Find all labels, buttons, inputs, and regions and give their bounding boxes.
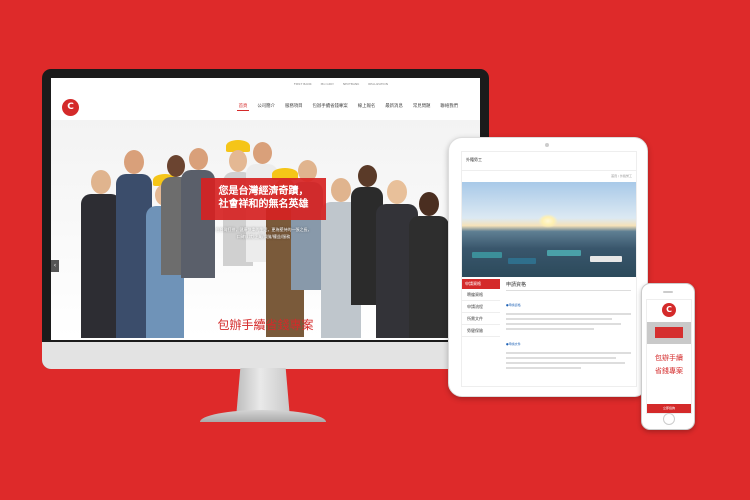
- tablet-site-screen: 外籍勞工 首頁 / 外籍勞工 申請資格 聘僱資格 申請流程 所需文件 勞健保險 …: [461, 151, 637, 387]
- camera-icon: [545, 143, 549, 147]
- phone-hero-banner: [655, 327, 683, 338]
- desktop-main-nav: 首頁 公司簡介 服務項目 包辦手續省錢專案 線上報名 最新消息 常見問題 聯絡我…: [236, 102, 460, 111]
- phone-title-line2: 省錢專案: [655, 367, 683, 375]
- text-line: [506, 318, 613, 320]
- section-title: 包辦手續省錢專案: [217, 318, 314, 332]
- content-tag: ●申請文件: [506, 342, 521, 346]
- hero-subtext: 在台灣打拼，健康快樂的生活，更為堅持的一張之長， 口碑成就/企業/保險/權益/服…: [201, 226, 326, 240]
- brand-logo-icon[interactable]: C: [662, 303, 676, 317]
- tablet-header-title: 外籍勞工: [466, 157, 482, 162]
- hero-slider: 您是台灣經濟奇蹟， 社會祥和的無名英雄 在台灣打拼，健康快樂的生活，更為堅持的一…: [51, 120, 480, 338]
- text-line: [506, 313, 631, 315]
- hero-heading-line2: 社會祥和的無名英雄: [218, 199, 309, 210]
- top-link[interactable]: NEXTBANK: [343, 82, 359, 86]
- text-line: [506, 362, 625, 364]
- imac-stand-base: [200, 410, 326, 422]
- tablet-sidebar: 申請資格 聘僱資格 申請流程 所需文件 勞健保險: [462, 279, 500, 337]
- content-title: 申請資格: [506, 281, 631, 291]
- text-line: [506, 323, 621, 325]
- hero-banner: 您是台灣經濟奇蹟， 社會祥和的無名英雄: [201, 178, 326, 220]
- sidebar-item[interactable]: 所需文件: [462, 313, 500, 325]
- imac-monitor: FIRST BANK MicroPAY NEXTBANK REALIZATION…: [42, 69, 489, 369]
- tablet-device: 外籍勞工 首頁 / 外籍勞工 申請資格 聘僱資格 申請流程 所需文件 勞健保險 …: [448, 137, 648, 397]
- boat-shape: [590, 256, 622, 262]
- hero-subtext-line1: 在台灣打拼，健康快樂的生活，更為堅持的一張之長，: [215, 227, 312, 232]
- sun-glare: [538, 214, 558, 228]
- sidebar-item[interactable]: 申請流程: [462, 301, 500, 313]
- top-link[interactable]: FIRST BANK: [294, 82, 312, 86]
- home-button-icon[interactable]: [663, 413, 675, 425]
- text-line: [506, 352, 631, 354]
- nav-item-signup[interactable]: 線上報名: [356, 102, 378, 111]
- sidebar-item[interactable]: 勞健保險: [462, 325, 500, 337]
- tablet-header: 外籍勞工: [462, 152, 636, 171]
- phone-cta-button[interactable]: 立即諮詢: [647, 404, 691, 413]
- phone-site-screen: C 包辦手續 省錢專案 立即諮詢: [646, 299, 692, 414]
- desktop-site-screen: FIRST BANK MicroPAY NEXTBANK REALIZATION…: [51, 78, 480, 340]
- slider-prev-icon[interactable]: ‹: [51, 260, 59, 272]
- imac-chin: [42, 342, 489, 369]
- text-line: [506, 357, 616, 359]
- boat-shape: [472, 252, 502, 258]
- phone-device: C 包辦手續 省錢專案 立即諮詢: [641, 283, 695, 430]
- top-link[interactable]: REALIZATION: [368, 82, 388, 86]
- nav-item-package[interactable]: 包辦手續省錢專案: [311, 102, 350, 111]
- nav-item-services[interactable]: 服務項目: [283, 102, 305, 111]
- speaker-icon: [663, 291, 673, 293]
- harbor-photo: [462, 182, 636, 277]
- text-line: [506, 367, 581, 369]
- sidebar-item[interactable]: 聘僱資格: [462, 289, 500, 301]
- top-link[interactable]: MicroPAY: [321, 82, 334, 86]
- boat-shape: [508, 258, 536, 264]
- sidebar-item-active[interactable]: 申請資格: [462, 279, 500, 289]
- hero-subtext-line2: 口碑成就/企業/保險/權益/服務: [236, 234, 291, 239]
- phone-section-title: 包辦手續 省錢專案: [647, 352, 691, 378]
- text-line: [506, 328, 594, 330]
- tablet-main-content: 申請資格 ●申請資格 ●申請文件: [506, 281, 631, 369]
- brand-logo-icon[interactable]: C: [62, 99, 79, 116]
- nav-item-faq[interactable]: 常見問題: [411, 102, 433, 111]
- phone-title-line1: 包辦手續: [655, 354, 683, 362]
- boat-shape: [547, 250, 581, 256]
- nav-item-about[interactable]: 公司簡介: [255, 102, 277, 111]
- breadcrumb[interactable]: 首頁 / 外籍勞工: [611, 174, 632, 178]
- hero-heading-line1: 您是台灣經濟奇蹟，: [218, 186, 309, 197]
- content-tag: ●申請資格: [506, 303, 521, 307]
- nav-item-contact[interactable]: 聯絡我們: [438, 102, 460, 111]
- nav-item-home[interactable]: 首頁: [236, 102, 250, 111]
- nav-item-news[interactable]: 最新消息: [383, 102, 405, 111]
- desktop-top-links: FIRST BANK MicroPAY NEXTBANK REALIZATION: [294, 82, 388, 86]
- phone-hero: [647, 322, 691, 344]
- apple-logo-icon: [259, 349, 271, 361]
